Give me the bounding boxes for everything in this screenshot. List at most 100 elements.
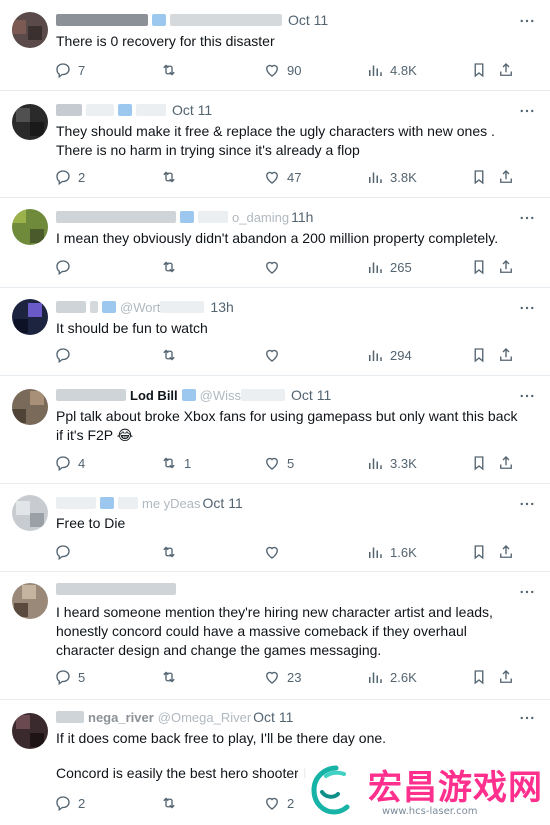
user-handle[interactable]: @Wiss	[200, 388, 241, 403]
share-button[interactable]	[497, 542, 515, 562]
tweet-text: I mean they obviously didn't abandon a 2…	[56, 230, 499, 246]
views-button[interactable]: 1.6K	[366, 542, 417, 562]
tweet[interactable]: I heard someone mention they're hiring n…	[0, 571, 550, 700]
reply-button[interactable]: 2	[54, 793, 85, 813]
avatar[interactable]	[12, 12, 48, 48]
like-button[interactable]	[263, 345, 287, 365]
retweet-icon	[163, 546, 175, 558]
retweet-button[interactable]	[160, 345, 184, 365]
views-button[interactable]: 3.8K	[366, 167, 417, 187]
retweet-button[interactable]	[160, 667, 184, 687]
share-icon	[500, 456, 512, 469]
tweet[interactable]: Lod Bill @Wiss Oct 11 Ppl talk about bro…	[0, 375, 550, 484]
tweet-time[interactable]: 11h	[291, 209, 313, 225]
like-button[interactable]: 5	[263, 453, 294, 473]
retweet-button[interactable]	[160, 167, 184, 187]
tweet-time[interactable]: Oct 11	[253, 709, 293, 725]
tweet[interactable]: Oct 11 They should make it free & replac…	[0, 90, 550, 198]
tweet-time[interactable]: Oct 11	[291, 387, 331, 403]
heart-icon	[266, 64, 278, 77]
reply-button[interactable]: 4	[54, 453, 85, 473]
bookmark-button[interactable]	[470, 167, 488, 187]
more-icon[interactable]	[518, 495, 536, 513]
verified-icon	[100, 497, 114, 509]
tweet-text: Ppl talk about broke Xbox fans for using…	[56, 408, 518, 443]
retweet-button[interactable]	[160, 60, 184, 80]
user-handle[interactable]: @Wort	[120, 300, 160, 315]
avatar[interactable]	[12, 299, 48, 335]
retweet-button[interactable]: 1	[160, 453, 191, 473]
more-icon[interactable]	[518, 709, 536, 727]
tweet-time[interactable]: Oct 11	[172, 102, 212, 118]
retweet-icon	[163, 457, 175, 469]
avatar[interactable]	[12, 495, 48, 531]
user-handle[interactable]: o_daming	[232, 210, 289, 225]
reply-icon	[56, 348, 70, 364]
share-icon	[500, 670, 512, 683]
views-button[interactable]: 4.8K	[366, 60, 417, 80]
retweet-button[interactable]	[160, 257, 184, 277]
reply-button[interactable]: 7	[54, 60, 85, 80]
tweet-header: nega_river @Omega_River Oct 11	[56, 707, 293, 727]
avatar[interactable]	[12, 583, 48, 619]
like-button[interactable]	[263, 542, 287, 562]
tweet[interactable]: o_daming 11h I mean they obviously didn'…	[0, 197, 550, 288]
more-icon[interactable]	[518, 102, 536, 120]
share-button[interactable]	[497, 60, 515, 80]
reply-button[interactable]: 5	[54, 667, 85, 687]
views-button[interactable]: 294	[366, 345, 412, 365]
reply-button[interactable]	[54, 345, 78, 365]
more-icon[interactable]	[518, 387, 536, 405]
tweet-actions: 1.6K	[56, 542, 530, 562]
display-name[interactable]: Lod Bill	[130, 388, 178, 403]
share-button[interactable]	[497, 453, 515, 473]
reply-button[interactable]: 2	[54, 167, 85, 187]
tweet-time[interactable]: Oct 11	[203, 495, 243, 511]
retweet-button[interactable]	[160, 542, 184, 562]
bookmark-button[interactable]	[470, 453, 488, 473]
tweet-time[interactable]: 13h	[210, 299, 233, 315]
tweet-actions: 294	[56, 345, 530, 365]
bookmark-button[interactable]	[470, 60, 488, 80]
views-button[interactable]: 3.3K	[366, 453, 417, 473]
more-icon[interactable]	[518, 12, 536, 30]
views-button[interactable]: 265	[366, 257, 412, 277]
reply-button[interactable]	[54, 542, 78, 562]
more-icon[interactable]	[518, 299, 536, 317]
share-button[interactable]	[497, 257, 515, 277]
user-handle[interactable]: @Omega_River	[158, 710, 251, 725]
avatar[interactable]	[12, 209, 48, 245]
bookmark-button[interactable]	[470, 542, 488, 562]
share-icon	[500, 348, 512, 361]
tweet[interactable]: me yDeas Oct 11 Free to Die 1.6K	[0, 483, 550, 572]
avatar[interactable]	[12, 389, 48, 425]
tweet[interactable]: Oct 11 There is 0 recovery for this disa…	[0, 0, 550, 91]
share-button[interactable]	[497, 667, 515, 687]
tweet-time[interactable]: Oct 11	[288, 12, 328, 28]
avatar[interactable]	[12, 713, 48, 749]
bookmark-button[interactable]	[470, 345, 488, 365]
retweet-button[interactable]	[160, 793, 184, 813]
more-icon[interactable]	[518, 583, 536, 601]
bookmark-button[interactable]	[470, 257, 488, 277]
like-button[interactable]: 47	[263, 167, 301, 187]
more-icon[interactable]	[518, 209, 536, 227]
like-button[interactable]: 23	[263, 667, 301, 687]
heart-icon	[266, 349, 278, 362]
like-button[interactable]	[263, 257, 287, 277]
like-button[interactable]: 90	[263, 60, 301, 80]
reply-button[interactable]	[54, 257, 78, 277]
tweet[interactable]: @Wort 13h It should be fun to watch 294	[0, 287, 550, 376]
views-button[interactable]: 2.6K	[366, 667, 417, 687]
avatar[interactable]	[12, 104, 48, 140]
tweet-text: I heard someone mention they're hiring n…	[56, 604, 493, 658]
share-button[interactable]	[497, 345, 515, 365]
share-button[interactable]	[497, 167, 515, 187]
reply-icon	[56, 456, 70, 472]
reply-icon	[56, 796, 70, 812]
verified-icon	[102, 301, 116, 313]
user-handle[interactable]: me yDeas	[142, 496, 201, 511]
display-name[interactable]: nega_river	[88, 710, 154, 725]
bookmark-button[interactable]	[470, 667, 488, 687]
like-button[interactable]: 2	[263, 793, 294, 813]
